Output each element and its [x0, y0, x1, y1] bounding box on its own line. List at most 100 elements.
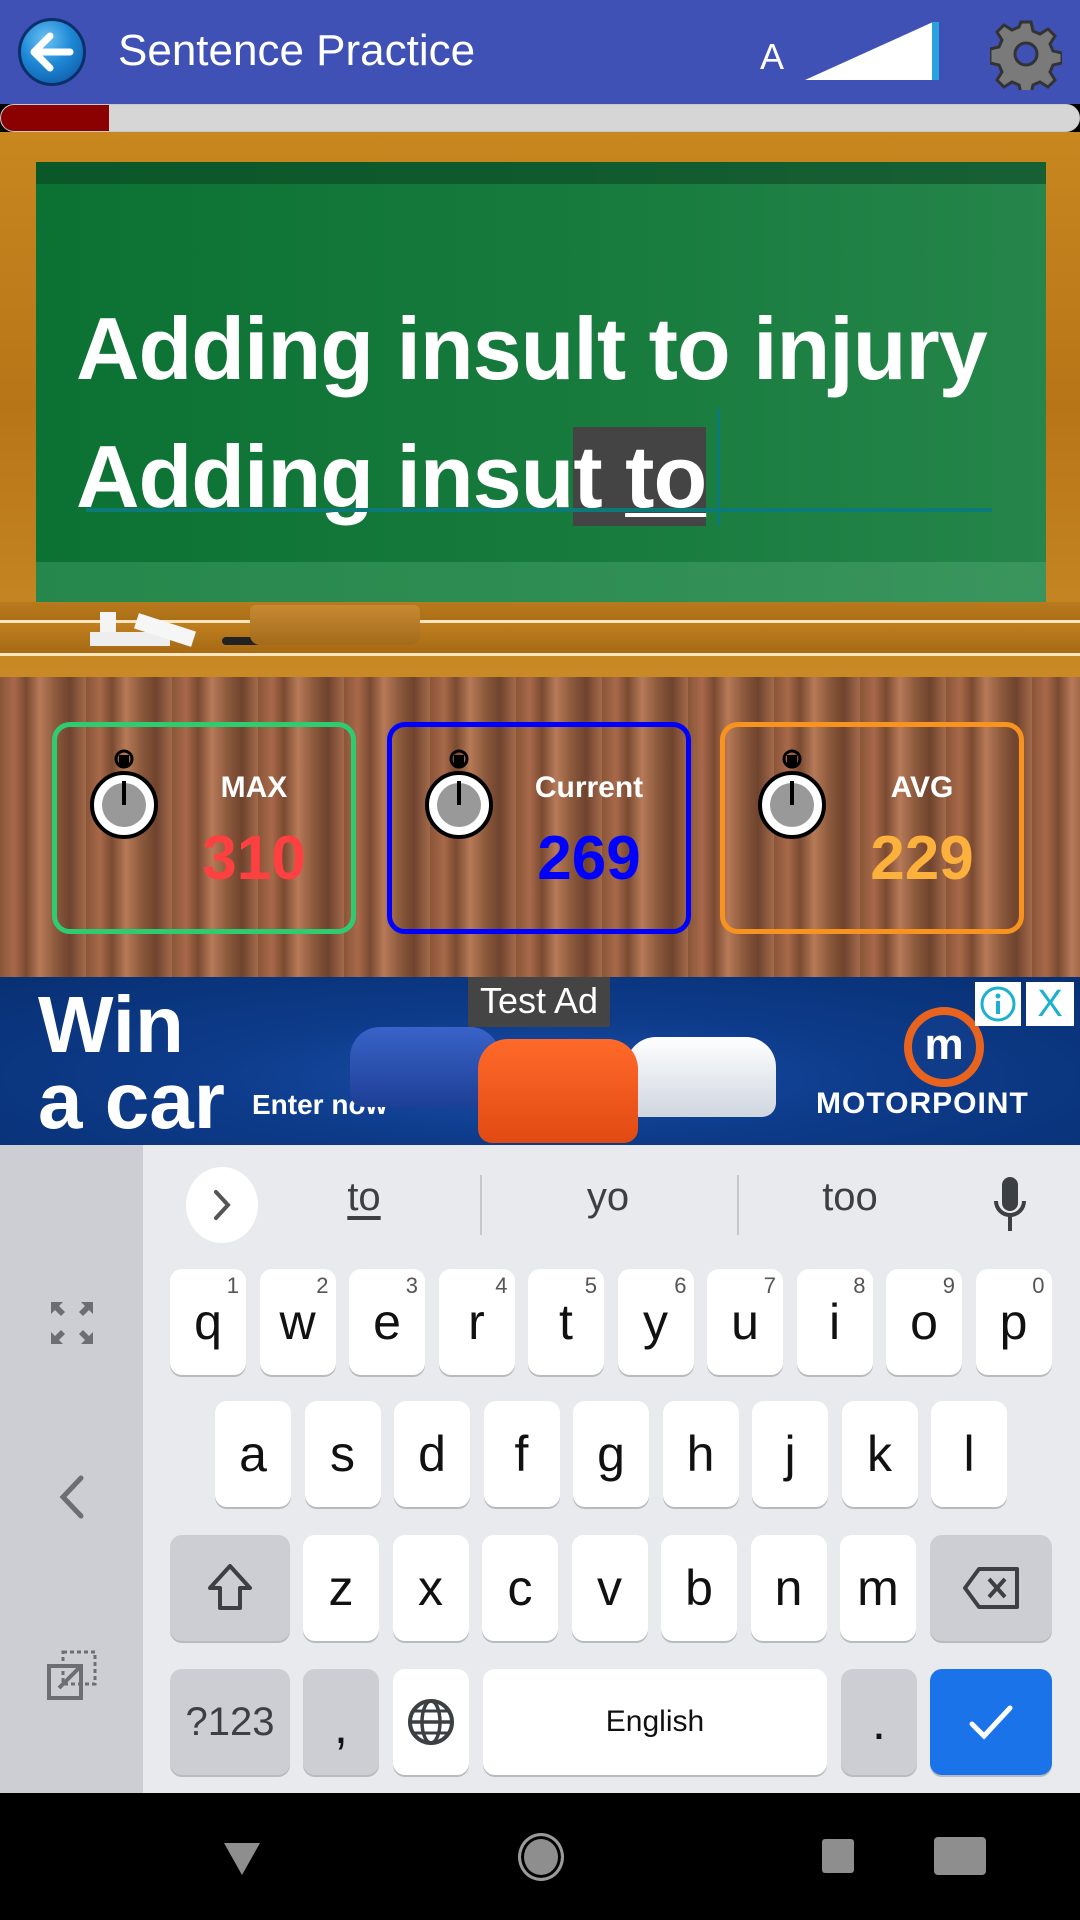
page-title: Sentence Practice: [118, 26, 476, 75]
enter-key[interactable]: [930, 1669, 1052, 1775]
key-p[interactable]: p0: [975, 1269, 1052, 1375]
floating-keyboard-button[interactable]: [42, 1645, 102, 1705]
undock-icon: [47, 1650, 97, 1700]
comma-key[interactable]: ,: [303, 1669, 379, 1775]
key-a[interactable]: a: [215, 1401, 291, 1507]
key-z[interactable]: z: [303, 1535, 379, 1641]
key-m[interactable]: m: [840, 1535, 916, 1641]
key-u[interactable]: u7: [707, 1269, 783, 1375]
key-c[interactable]: c: [482, 1535, 558, 1641]
key-y[interactable]: y6: [617, 1269, 694, 1375]
space-key[interactable]: English: [483, 1669, 827, 1775]
suggestion-item[interactable]: yo: [508, 1175, 708, 1220]
stat-avg: AVG 229: [720, 722, 1024, 934]
suggestion-divider: [737, 1175, 739, 1235]
stat-label: Current: [534, 771, 644, 804]
font-size-slider[interactable]: [805, 22, 941, 82]
typed-input[interactable]: Adding insut to: [76, 426, 707, 528]
back-button[interactable]: [18, 18, 86, 86]
chalkboard-frame: [0, 132, 1080, 677]
microphone-icon[interactable]: [990, 1175, 1030, 1235]
key-label: q: [194, 1294, 222, 1350]
key-h[interactable]: h: [662, 1401, 739, 1507]
key-x[interactable]: x: [392, 1535, 469, 1641]
stopwatch-icon: [425, 749, 493, 839]
key-l[interactable]: l: [931, 1401, 1007, 1507]
key-i[interactable]: i8: [796, 1269, 873, 1375]
key-r[interactable]: r4: [438, 1269, 515, 1375]
key-label: r: [468, 1294, 485, 1350]
period-key[interactable]: .: [841, 1669, 917, 1775]
chevron-left-icon: [59, 1475, 84, 1519]
settings-gear-icon[interactable]: [990, 18, 1062, 90]
suggestion-divider: [480, 1175, 482, 1235]
suggestion-expand-button[interactable]: [186, 1167, 258, 1243]
key-v[interactable]: v: [571, 1535, 648, 1641]
key-s[interactable]: s: [304, 1401, 381, 1507]
ad-car-image: [478, 1039, 638, 1143]
stat-value: 310: [202, 824, 306, 893]
key-e[interactable]: e3: [349, 1269, 425, 1375]
suggestion-item[interactable]: too: [750, 1175, 950, 1220]
key-w[interactable]: w2: [259, 1269, 336, 1375]
key-q[interactable]: q1: [170, 1269, 246, 1375]
key-label: u: [731, 1294, 759, 1350]
progress-fill: [1, 105, 109, 131]
stopwatch-icon: [758, 749, 826, 839]
stat-label: MAX: [220, 771, 288, 804]
key-g[interactable]: g: [573, 1401, 649, 1507]
key-hint: 5: [584, 1273, 597, 1298]
backspace-key[interactable]: [930, 1535, 1052, 1641]
keyboard-side-panel: [0, 1145, 143, 1793]
arrow-left-icon: [30, 32, 74, 72]
ad-headline: Win a car: [38, 985, 225, 1141]
key-b[interactable]: b: [661, 1535, 737, 1641]
nav-recents-button[interactable]: [822, 1839, 854, 1873]
board-shade: [36, 562, 1046, 602]
practice-progress-bar: [0, 104, 1080, 132]
key-hint: 7: [763, 1273, 776, 1298]
language-key[interactable]: [393, 1669, 469, 1775]
key-hint: 9: [942, 1273, 955, 1298]
input-underline: [86, 508, 992, 512]
nav-back-button[interactable]: [224, 1843, 260, 1875]
stat-value: 229: [870, 824, 974, 893]
stat-value: 269: [537, 824, 641, 893]
key-j[interactable]: j: [752, 1401, 828, 1507]
stat-current: Current 269: [387, 722, 691, 934]
expand-icon: [51, 1302, 93, 1344]
key-n[interactable]: n: [750, 1535, 827, 1641]
suggestion-item[interactable]: to: [264, 1175, 464, 1220]
ad-close-button[interactable]: X: [1026, 982, 1074, 1026]
key-hint: 8: [853, 1273, 866, 1298]
chevron-right-icon: [214, 1190, 231, 1220]
key-label: o: [910, 1294, 938, 1350]
ad-brand-logo: m: [904, 1007, 984, 1087]
ad-banner[interactable]: Win a car Enter now Test Ad m MOTORPOINT …: [0, 977, 1080, 1145]
key-hint: 1: [226, 1273, 239, 1298]
key-o[interactable]: o9: [886, 1269, 962, 1375]
system-navigation-bar: [0, 1793, 1080, 1920]
key-d[interactable]: d: [394, 1401, 470, 1507]
ad-headline-line2: a car: [38, 1056, 225, 1145]
key-f[interactable]: f: [483, 1401, 560, 1507]
key-hint: 2: [316, 1273, 329, 1298]
key-k[interactable]: k: [841, 1401, 918, 1507]
nav-home-button[interactable]: [518, 1833, 564, 1881]
stat-max: MAX 310: [52, 722, 356, 934]
target-sentence: Adding insult to injury: [76, 299, 988, 398]
key-label: i: [828, 1294, 841, 1350]
symbols-key[interactable]: ?123: [170, 1669, 290, 1775]
shift-key[interactable]: [170, 1535, 290, 1641]
keyboard-left-button[interactable]: [42, 1467, 102, 1527]
keyboard-switch-icon[interactable]: [934, 1837, 986, 1875]
key-hint: 4: [495, 1273, 508, 1298]
key-t[interactable]: t5: [528, 1269, 604, 1375]
expand-keyboard-button[interactable]: [42, 1293, 102, 1353]
stat-label: AVG: [890, 771, 954, 804]
stats-panel: MAX 310 Current 269 AVG 229: [0, 677, 1080, 977]
ad-brand-name: MOTORPOINT: [816, 1087, 1029, 1120]
app-bar: Sentence Practice A: [0, 0, 1080, 104]
shift-icon: [208, 1564, 252, 1610]
ad-info-button[interactable]: [975, 982, 1021, 1026]
